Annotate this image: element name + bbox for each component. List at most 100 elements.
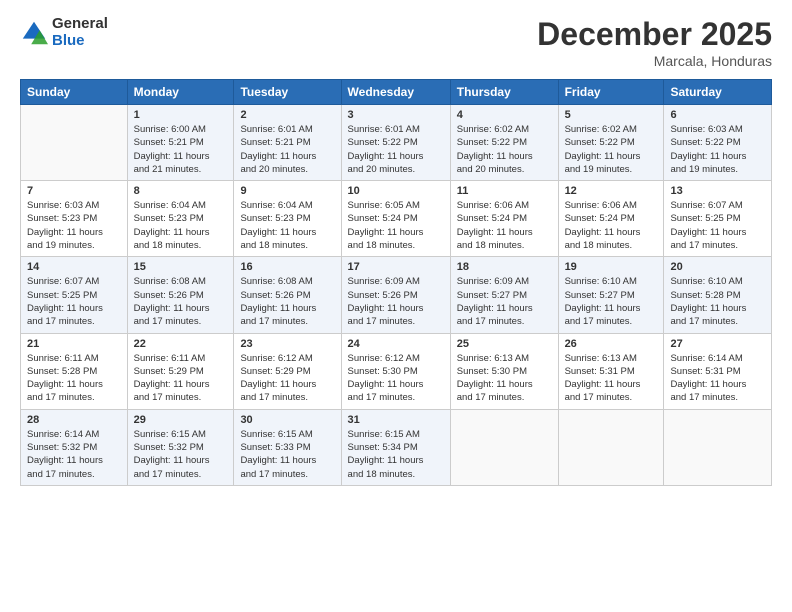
day-info: Sunrise: 6:05 AM Sunset: 5:24 PM Dayligh… [348,199,444,252]
day-number: 3 [348,109,444,121]
day-number: 14 [27,261,121,273]
day-info: Sunrise: 6:10 AM Sunset: 5:28 PM Dayligh… [670,275,765,328]
day-info: Sunrise: 6:12 AM Sunset: 5:29 PM Dayligh… [240,352,334,405]
calendar-header-tuesday: Tuesday [234,80,341,105]
day-info: Sunrise: 6:07 AM Sunset: 5:25 PM Dayligh… [670,199,765,252]
calendar-header-sunday: Sunday [21,80,128,105]
day-info: Sunrise: 6:13 AM Sunset: 5:30 PM Dayligh… [457,352,552,405]
calendar-cell: 9 Sunrise: 6:04 AM Sunset: 5:23 PM Daylig… [234,181,341,257]
calendar-cell: 30 Sunrise: 6:15 AM Sunset: 5:33 PM Dayli… [234,409,341,485]
calendar-header-saturday: Saturday [664,80,772,105]
header: General Blue December 2025 Marcala, Hond… [20,16,772,69]
page: General Blue December 2025 Marcala, Hond… [0,0,792,612]
calendar-cell: 31Sunrise: 6:15 AM Sunset: 5:34 PM Dayli… [341,409,450,485]
day-info: Sunrise: 6:02 AM Sunset: 5:22 PM Dayligh… [457,123,552,176]
calendar-cell: 24 Sunrise: 6:12 AM Sunset: 5:30 PM Dayli… [341,333,450,409]
calendar-cell: 5 Sunrise: 6:02 AM Sunset: 5:22 PM Daylig… [558,105,664,181]
day-number: 4 [457,109,552,121]
day-number: 29 [134,414,228,426]
calendar-cell: 3 Sunrise: 6:01 AM Sunset: 5:22 PM Daylig… [341,105,450,181]
day-info: Sunrise: 6:15 AM Sunset: 5:33 PM Dayligh… [240,428,334,481]
calendar-cell: 28Sunrise: 6:14 AM Sunset: 5:32 PM Dayli… [21,409,128,485]
day-info: Sunrise: 6:11 AM Sunset: 5:28 PM Dayligh… [27,352,121,405]
calendar-cell [558,409,664,485]
calendar-cell: 13 Sunrise: 6:07 AM Sunset: 5:25 PM Dayli… [664,181,772,257]
calendar-header-wednesday: Wednesday [341,80,450,105]
calendar-header-row: SundayMondayTuesdayWednesdayThursdayFrid… [21,80,772,105]
day-number: 18 [457,261,552,273]
calendar-cell [664,409,772,485]
calendar-cell: 10 Sunrise: 6:05 AM Sunset: 5:24 PM Dayli… [341,181,450,257]
day-info: Sunrise: 6:08 AM Sunset: 5:26 PM Dayligh… [134,275,228,328]
calendar-table: SundayMondayTuesdayWednesdayThursdayFrid… [20,79,772,486]
day-number: 5 [565,109,658,121]
day-number: 16 [240,261,334,273]
day-number: 24 [348,338,444,350]
day-info: Sunrise: 6:09 AM Sunset: 5:26 PM Dayligh… [348,275,444,328]
day-number: 1 [134,109,228,121]
calendar-header-monday: Monday [127,80,234,105]
day-info: Sunrise: 6:14 AM Sunset: 5:31 PM Dayligh… [670,352,765,405]
logo: General Blue [20,16,108,49]
logo-text: General Blue [52,16,108,49]
day-number: 9 [240,185,334,197]
day-number: 15 [134,261,228,273]
logo-icon [20,19,48,47]
day-info: Sunrise: 6:13 AM Sunset: 5:31 PM Dayligh… [565,352,658,405]
title-block: December 2025 Marcala, Honduras [537,16,772,69]
day-number: 17 [348,261,444,273]
calendar-cell: 18 Sunrise: 6:09 AM Sunset: 5:27 PM Dayli… [450,257,558,333]
calendar-cell: 11 Sunrise: 6:06 AM Sunset: 5:24 PM Dayli… [450,181,558,257]
day-info: Sunrise: 6:15 AM Sunset: 5:34 PM Dayligh… [348,428,444,481]
calendar-cell: 1 Sunrise: 6:00 AM Sunset: 5:21 PM Daylig… [127,105,234,181]
calendar-cell [21,105,128,181]
day-info: Sunrise: 6:04 AM Sunset: 5:23 PM Dayligh… [134,199,228,252]
day-info: Sunrise: 6:09 AM Sunset: 5:27 PM Dayligh… [457,275,552,328]
day-info: Sunrise: 6:04 AM Sunset: 5:23 PM Dayligh… [240,199,334,252]
day-number: 21 [27,338,121,350]
calendar-week-row: 14 Sunrise: 6:07 AM Sunset: 5:25 PM Dayli… [21,257,772,333]
day-number: 30 [240,414,334,426]
day-number: 10 [348,185,444,197]
day-info: Sunrise: 6:01 AM Sunset: 5:22 PM Dayligh… [348,123,444,176]
calendar-header-friday: Friday [558,80,664,105]
calendar-week-row: 7 Sunrise: 6:03 AM Sunset: 5:23 PM Daylig… [21,181,772,257]
day-number: 13 [670,185,765,197]
day-info: Sunrise: 6:03 AM Sunset: 5:23 PM Dayligh… [27,199,121,252]
day-info: Sunrise: 6:01 AM Sunset: 5:21 PM Dayligh… [240,123,334,176]
day-info: Sunrise: 6:06 AM Sunset: 5:24 PM Dayligh… [457,199,552,252]
day-info: Sunrise: 6:12 AM Sunset: 5:30 PM Dayligh… [348,352,444,405]
day-info: Sunrise: 6:00 AM Sunset: 5:21 PM Dayligh… [134,123,228,176]
logo-general-text: General [52,16,108,33]
day-info: Sunrise: 6:08 AM Sunset: 5:26 PM Dayligh… [240,275,334,328]
calendar-cell: 12 Sunrise: 6:06 AM Sunset: 5:24 PM Dayli… [558,181,664,257]
calendar-cell: 25Sunrise: 6:13 AM Sunset: 5:30 PM Dayli… [450,333,558,409]
day-number: 19 [565,261,658,273]
calendar-cell: 2 Sunrise: 6:01 AM Sunset: 5:21 PM Daylig… [234,105,341,181]
calendar-cell: 26 Sunrise: 6:13 AM Sunset: 5:31 PM Dayli… [558,333,664,409]
day-number: 7 [27,185,121,197]
calendar-week-row: 21 Sunrise: 6:11 AM Sunset: 5:28 PM Dayli… [21,333,772,409]
day-info: Sunrise: 6:06 AM Sunset: 5:24 PM Dayligh… [565,199,658,252]
day-number: 12 [565,185,658,197]
day-number: 8 [134,185,228,197]
calendar-cell: 8 Sunrise: 6:04 AM Sunset: 5:23 PM Daylig… [127,181,234,257]
day-number: 26 [565,338,658,350]
day-number: 2 [240,109,334,121]
calendar-header-thursday: Thursday [450,80,558,105]
day-info: Sunrise: 6:10 AM Sunset: 5:27 PM Dayligh… [565,275,658,328]
calendar-cell: 6Sunrise: 6:03 AM Sunset: 5:22 PM Daylig… [664,105,772,181]
day-number: 28 [27,414,121,426]
calendar-cell: 29Sunrise: 6:15 AM Sunset: 5:32 PM Dayli… [127,409,234,485]
day-info: Sunrise: 6:11 AM Sunset: 5:29 PM Dayligh… [134,352,228,405]
location: Marcala, Honduras [537,53,772,69]
calendar-cell [450,409,558,485]
day-number: 6 [670,109,765,121]
logo-blue-text: Blue [52,33,108,50]
calendar-cell: 22Sunrise: 6:11 AM Sunset: 5:29 PM Dayli… [127,333,234,409]
day-number: 11 [457,185,552,197]
day-info: Sunrise: 6:07 AM Sunset: 5:25 PM Dayligh… [27,275,121,328]
calendar-cell: 14 Sunrise: 6:07 AM Sunset: 5:25 PM Dayli… [21,257,128,333]
day-info: Sunrise: 6:02 AM Sunset: 5:22 PM Dayligh… [565,123,658,176]
calendar-cell: 21 Sunrise: 6:11 AM Sunset: 5:28 PM Dayli… [21,333,128,409]
